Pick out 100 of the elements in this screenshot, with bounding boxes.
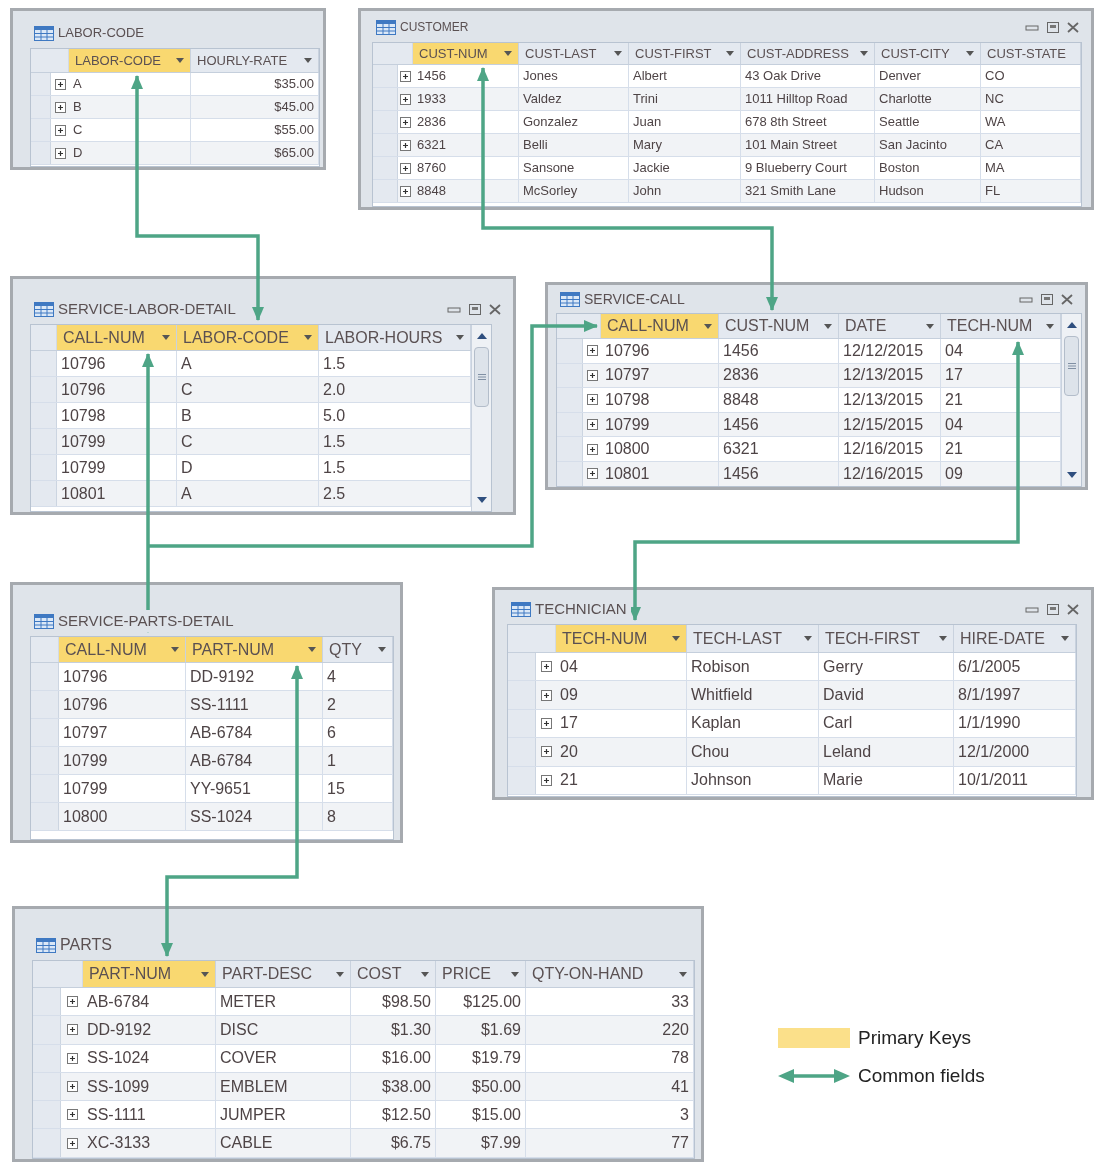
- dropdown-icon[interactable]: [1061, 636, 1069, 641]
- table-cell: $12.50: [351, 1101, 436, 1129]
- dropdown-icon[interactable]: [679, 971, 687, 977]
- table-cell: McSorley: [519, 180, 629, 202]
- maximize-icon[interactable]: [469, 303, 481, 315]
- table-cell: 6321: [719, 437, 839, 461]
- expand-icon[interactable]: [400, 70, 411, 82]
- expand-icon[interactable]: [400, 185, 411, 197]
- dropdown-icon[interactable]: [504, 51, 512, 56]
- expand-icon[interactable]: [586, 345, 598, 357]
- table-cell: 4: [323, 663, 393, 690]
- column-header[interactable]: CALL-NUM: [601, 314, 719, 338]
- table-cell: 10798: [57, 403, 177, 428]
- expand-icon[interactable]: [66, 1052, 78, 1064]
- table-cell: Charlotte: [875, 88, 981, 110]
- table-cell: 6: [323, 719, 393, 746]
- scrollbar[interactable]: [1061, 314, 1081, 486]
- column-header[interactable]: LABOR-CODE: [177, 325, 319, 350]
- table-cell: 10797: [59, 719, 186, 746]
- expand-icon[interactable]: [540, 717, 552, 729]
- expand-icon[interactable]: [54, 124, 66, 136]
- maximize-icon[interactable]: [1041, 293, 1053, 305]
- dropdown-icon[interactable]: [939, 636, 947, 641]
- dropdown-icon[interactable]: [614, 51, 622, 56]
- expand-icon[interactable]: [54, 147, 66, 159]
- scroll-thumb[interactable]: [474, 347, 489, 407]
- maximize-icon[interactable]: [1047, 21, 1059, 33]
- minimize-icon[interactable]: [1019, 294, 1033, 304]
- dropdown-icon[interactable]: [672, 636, 680, 641]
- expand-icon[interactable]: [400, 162, 411, 174]
- dropdown-icon[interactable]: [804, 636, 812, 641]
- expand-icon[interactable]: [540, 746, 552, 758]
- expand-icon[interactable]: [66, 1081, 78, 1093]
- dropdown-icon[interactable]: [308, 647, 316, 652]
- dropdown-icon[interactable]: [421, 971, 429, 977]
- dropdown-icon[interactable]: [511, 971, 519, 977]
- expand-icon[interactable]: [586, 419, 598, 431]
- scroll-down-icon[interactable]: [1066, 472, 1077, 478]
- expand-icon[interactable]: [540, 661, 552, 673]
- column-header[interactable]: PART-NUM: [83, 961, 216, 987]
- expand-icon[interactable]: [66, 996, 78, 1008]
- minimize-icon[interactable]: [1025, 22, 1039, 32]
- table-cell: $65.00: [191, 142, 319, 164]
- close-icon[interactable]: [1067, 603, 1079, 615]
- dropdown-icon[interactable]: [704, 323, 712, 329]
- close-icon[interactable]: [1061, 293, 1073, 305]
- minimize-icon[interactable]: [447, 304, 461, 314]
- expand-icon[interactable]: [400, 116, 411, 128]
- expand-icon[interactable]: [54, 101, 66, 113]
- column-header[interactable]: CUST-NUM: [413, 43, 519, 64]
- scroll-thumb[interactable]: [1064, 336, 1079, 396]
- table-icon: [560, 291, 580, 307]
- expand-icon[interactable]: [586, 394, 598, 406]
- expand-icon[interactable]: [66, 1024, 78, 1036]
- dropdown-icon[interactable]: [162, 335, 170, 340]
- column-header[interactable]: LABOR-CODE: [69, 49, 191, 72]
- table-cell: 3: [526, 1101, 694, 1129]
- table-cell: 10799: [57, 455, 177, 480]
- expand-icon[interactable]: [400, 139, 411, 151]
- dropdown-icon[interactable]: [304, 335, 312, 340]
- dropdown-icon[interactable]: [456, 335, 464, 340]
- expand-icon[interactable]: [400, 93, 411, 105]
- expand-icon[interactable]: [586, 369, 598, 381]
- close-icon[interactable]: [489, 303, 501, 315]
- scrollbar[interactable]: [471, 325, 491, 511]
- double-arrow-icon: [778, 1067, 850, 1084]
- expand-icon[interactable]: [540, 689, 552, 701]
- dropdown-icon[interactable]: [926, 323, 934, 329]
- expand-icon[interactable]: [66, 1109, 78, 1121]
- dropdown-icon[interactable]: [336, 971, 344, 977]
- dropdown-icon[interactable]: [201, 971, 209, 977]
- dropdown-icon[interactable]: [824, 323, 832, 329]
- column-header[interactable]: CALL-NUM: [57, 325, 177, 350]
- table-cell: $50.00: [436, 1072, 526, 1101]
- dropdown-icon[interactable]: [176, 58, 184, 63]
- dropdown-icon[interactable]: [860, 51, 868, 56]
- dropdown-icon[interactable]: [726, 51, 734, 56]
- expand-icon[interactable]: [54, 78, 66, 90]
- table-cell: Carl: [819, 709, 954, 738]
- scroll-up-icon[interactable]: [476, 333, 487, 339]
- column-header[interactable]: CALL-NUM: [59, 637, 186, 662]
- scroll-up-icon[interactable]: [1066, 322, 1077, 328]
- scroll-down-icon[interactable]: [476, 497, 487, 503]
- table-cell: Trini: [629, 88, 741, 110]
- dropdown-icon[interactable]: [378, 647, 386, 652]
- dropdown-icon[interactable]: [171, 647, 179, 652]
- minimize-icon[interactable]: [1025, 604, 1039, 614]
- close-icon[interactable]: [1067, 21, 1079, 33]
- legend-label: Common fields: [858, 1063, 985, 1088]
- dropdown-icon[interactable]: [304, 58, 312, 63]
- expand-icon[interactable]: [540, 774, 552, 786]
- maximize-icon[interactable]: [1047, 603, 1059, 615]
- expand-icon[interactable]: [586, 468, 598, 480]
- expand-icon[interactable]: [586, 443, 598, 455]
- dropdown-icon[interactable]: [1046, 323, 1054, 329]
- column-header[interactable]: PART-NUM: [186, 637, 323, 662]
- dropdown-icon[interactable]: [966, 51, 974, 56]
- table-cell: San Jacinto: [875, 134, 981, 156]
- expand-icon[interactable]: [66, 1137, 78, 1149]
- column-header[interactable]: TECH-NUM: [556, 625, 687, 652]
